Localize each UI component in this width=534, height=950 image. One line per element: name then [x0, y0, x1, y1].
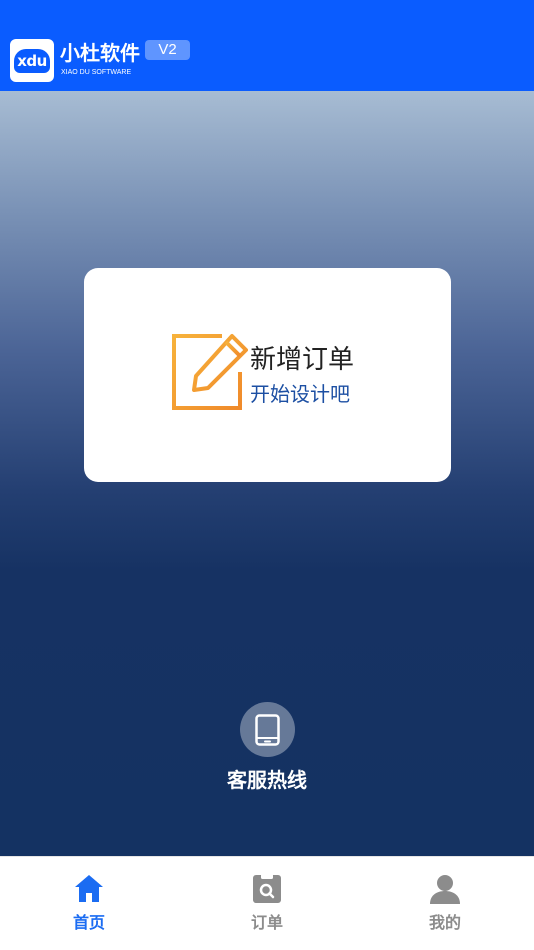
app-header: xdu 小杜软件 XIAO DU SOFTWARE V2	[0, 0, 534, 91]
customer-service-hotline[interactable]: 客服热线	[217, 701, 317, 795]
edit-icon	[172, 334, 248, 410]
tab-home-label: 首页	[72, 913, 105, 932]
phone-icon	[255, 714, 280, 746]
order-icon	[253, 874, 281, 903]
cloud-logo-icon: xdu	[14, 49, 50, 73]
new-order-title: 新增订单	[250, 345, 355, 375]
tab-home[interactable]: 首页	[29, 857, 149, 950]
version-badge: V2	[145, 40, 190, 60]
home-icon	[75, 875, 103, 902]
user-icon	[430, 875, 460, 904]
logo-mark-text: xdu	[17, 52, 47, 70]
app-logo: xdu	[10, 39, 54, 82]
new-order-card[interactable]: 新增订单 开始设计吧	[84, 268, 451, 482]
new-order-subtitle: 开始设计吧	[250, 382, 350, 406]
brand-subtitle: XIAO DU SOFTWARE	[61, 69, 132, 76]
hotline-label: 客服热线	[227, 768, 307, 792]
tab-orders-label: 订单	[250, 913, 283, 932]
bottom-tab-bar: 首页 订单 我的	[0, 856, 534, 950]
tab-profile[interactable]: 我的	[385, 857, 505, 950]
tab-profile-label: 我的	[428, 913, 461, 932]
brand-name: 小杜软件	[60, 41, 140, 65]
tab-orders[interactable]: 订单	[207, 857, 327, 950]
hotline-icon-circle	[240, 702, 295, 757]
main-content: 新增订单 开始设计吧 客服热线	[0, 91, 534, 856]
